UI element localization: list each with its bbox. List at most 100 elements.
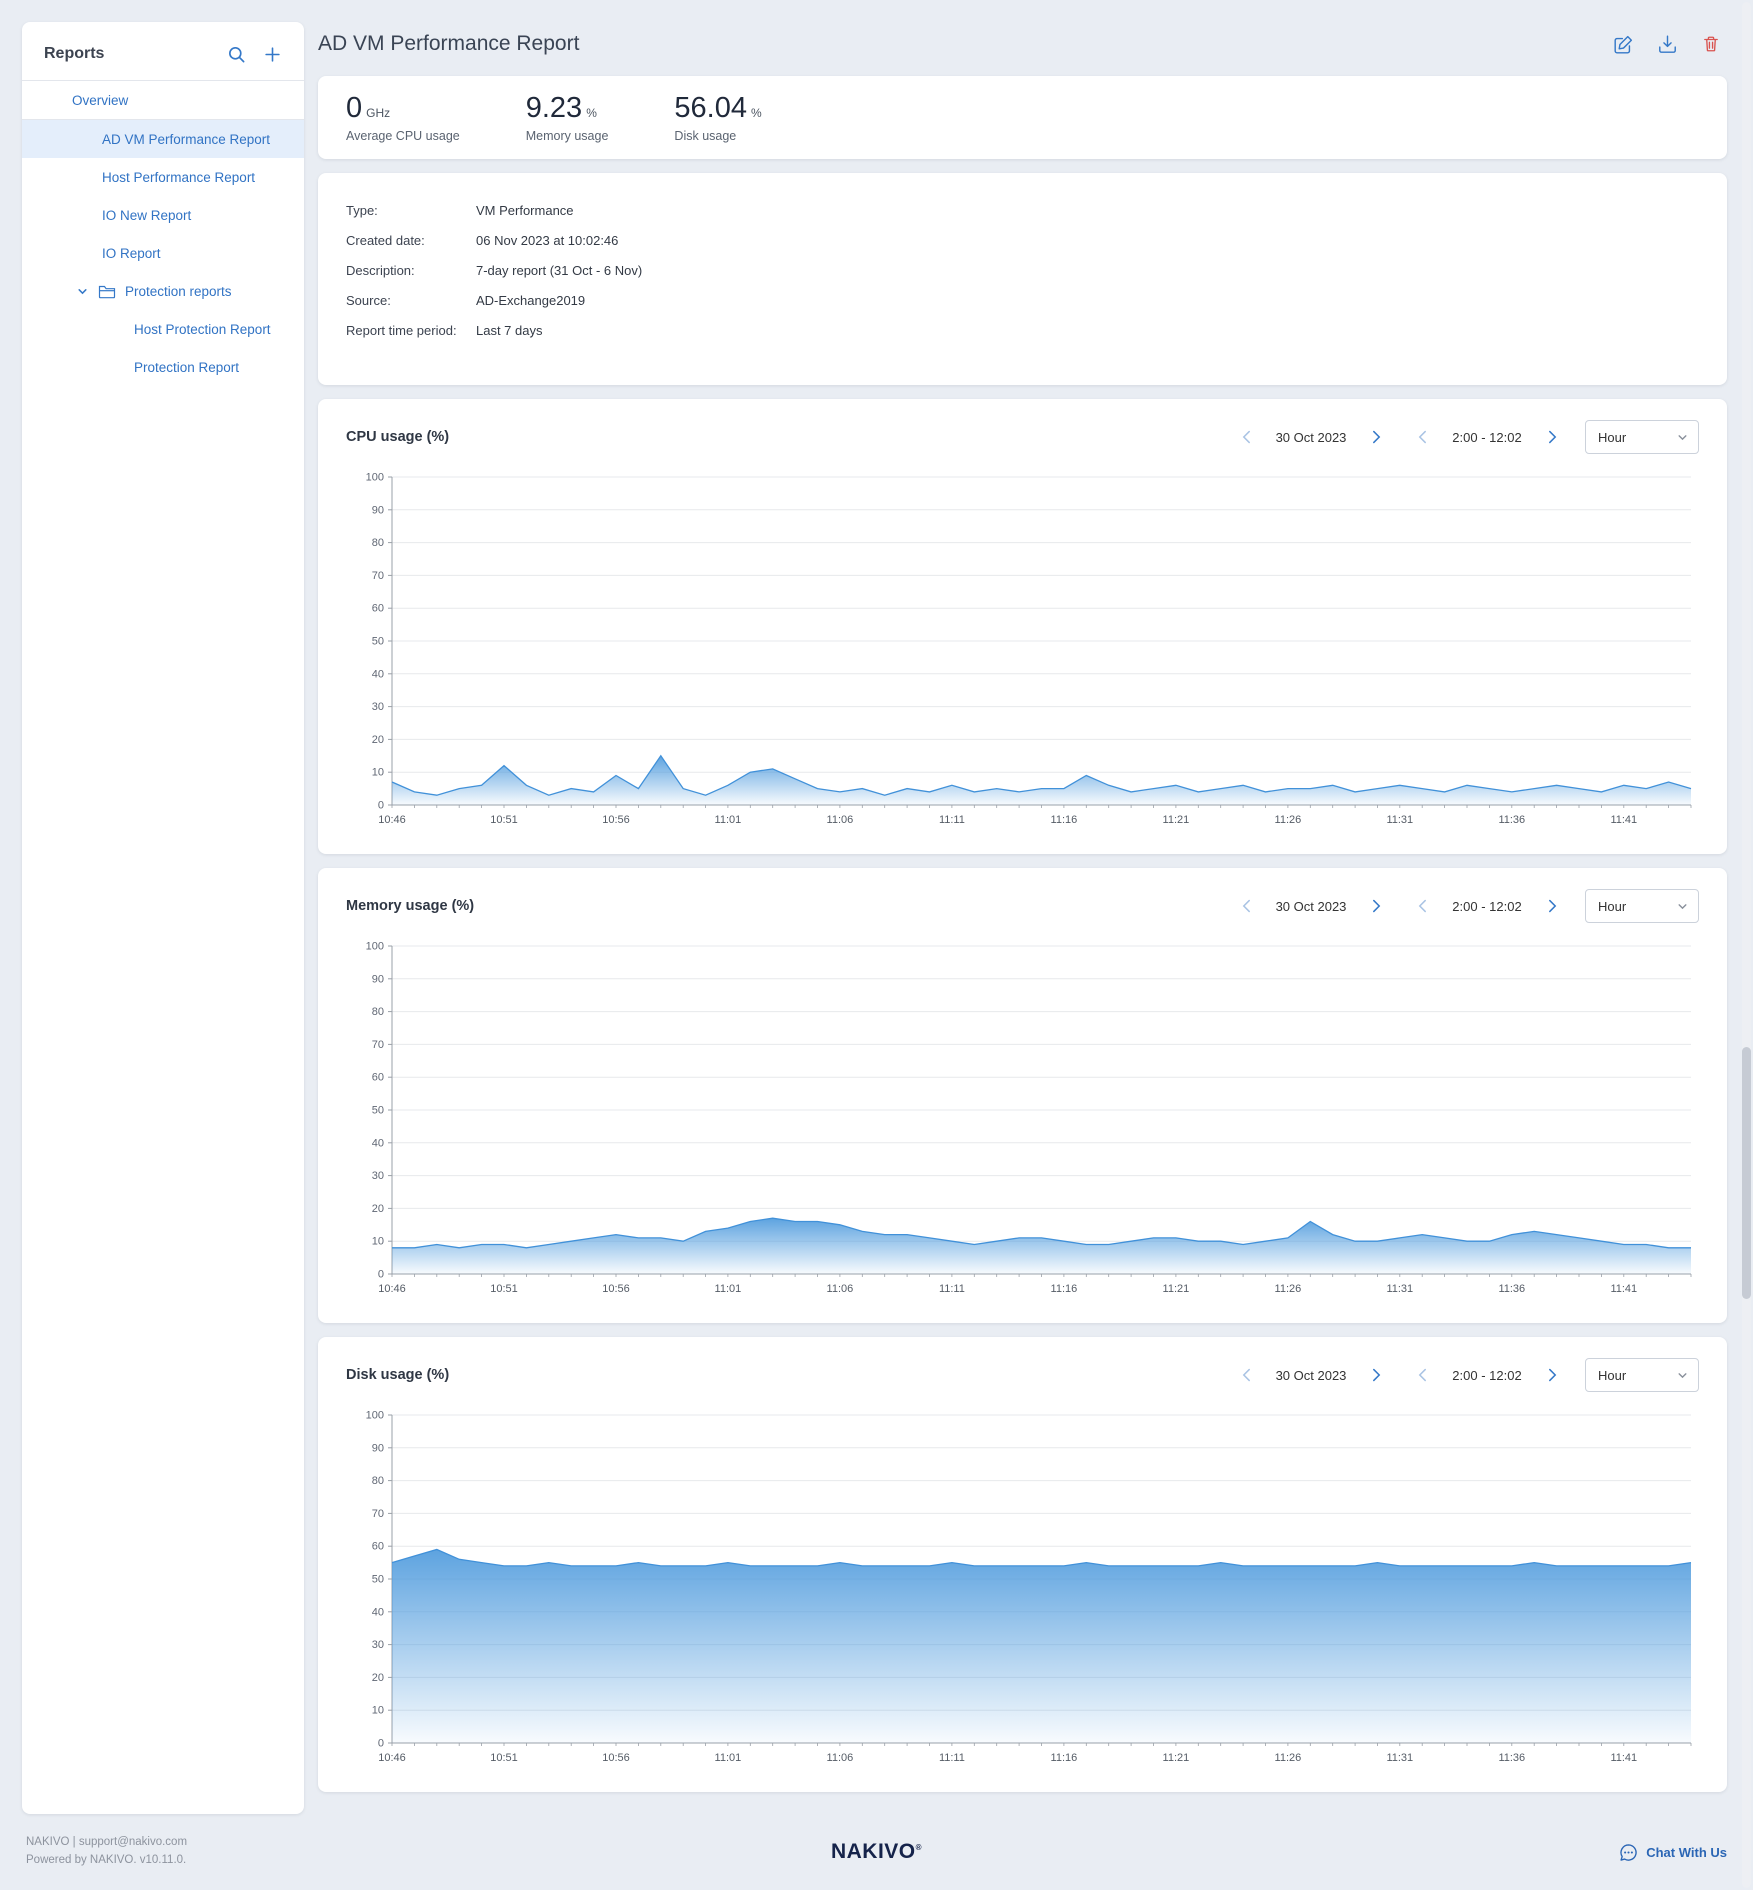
- svg-text:90: 90: [372, 973, 384, 985]
- vertical-scrollbar[interactable]: [1742, 2, 1751, 1888]
- next-time-button[interactable]: [1543, 428, 1561, 446]
- svg-text:11:36: 11:36: [1498, 1283, 1525, 1295]
- prev-time-button[interactable]: [1413, 428, 1431, 446]
- memory-usage-chart-card: Memory usage (%) 30 Oct 2023 2:00 - 12:0…: [318, 868, 1727, 1323]
- footer-support-text: NAKIVO | support@nakivo.com: [26, 1834, 187, 1852]
- svg-text:11:06: 11:06: [827, 1752, 854, 1764]
- chevron-down-icon: [1677, 901, 1688, 912]
- chart-time-range: 2:00 - 12:02: [1431, 430, 1543, 445]
- svg-text:11:26: 11:26: [1275, 814, 1302, 826]
- svg-text:11:41: 11:41: [1610, 814, 1637, 826]
- stat-value: 9.23: [526, 92, 582, 125]
- svg-text:90: 90: [372, 504, 384, 516]
- prev-time-button[interactable]: [1413, 1366, 1431, 1384]
- stat-value: 0: [346, 92, 362, 125]
- sidebar-item-protection-reports-folder[interactable]: Protection reports: [22, 272, 304, 310]
- cpu-usage-chart-card: CPU usage (%) 30 Oct 2023 2:00 - 12:02 H…: [318, 399, 1727, 854]
- interval-select-value: Hour: [1598, 430, 1626, 445]
- svg-text:60: 60: [372, 1541, 384, 1553]
- svg-text:30: 30: [372, 701, 384, 713]
- interval-select[interactable]: Hour: [1585, 889, 1699, 923]
- sidebar-item-protection-report[interactable]: Protection Report: [22, 348, 304, 386]
- svg-text:10:56: 10:56: [602, 814, 630, 826]
- next-date-button[interactable]: [1367, 897, 1385, 915]
- prev-time-button[interactable]: [1413, 897, 1431, 915]
- svg-text:11:21: 11:21: [1163, 1283, 1190, 1295]
- sidebar-item-label: IO New Report: [102, 208, 191, 223]
- scrollbar-thumb[interactable]: [1742, 1047, 1751, 1299]
- stat-label: Memory usage: [526, 129, 609, 143]
- export-report-icon[interactable]: [1657, 34, 1677, 54]
- detail-value: AD-Exchange2019: [476, 293, 585, 308]
- add-report-icon[interactable]: [262, 44, 282, 64]
- svg-text:70: 70: [372, 1039, 384, 1051]
- svg-text:80: 80: [372, 537, 384, 549]
- detail-label: Description:: [346, 263, 476, 278]
- chart-controls: 30 Oct 2023 2:00 - 12:02 Hour: [1237, 889, 1699, 923]
- sidebar-item-label: Protection reports: [125, 284, 232, 299]
- sidebar-item-overview[interactable]: Overview: [22, 81, 304, 119]
- next-time-button[interactable]: [1543, 1366, 1561, 1384]
- folder-icon: [97, 283, 116, 299]
- detail-label: Type:: [346, 203, 476, 218]
- reports-sidebar: Reports Overview AD VM Performance Repor…: [22, 22, 304, 1814]
- prev-date-button[interactable]: [1237, 897, 1255, 915]
- interval-select[interactable]: Hour: [1585, 420, 1699, 454]
- stat-label: Disk usage: [674, 129, 761, 143]
- svg-text:11:41: 11:41: [1610, 1283, 1637, 1295]
- sidebar-title: Reports: [44, 45, 104, 63]
- next-time-button[interactable]: [1543, 897, 1561, 915]
- sidebar-item-host-protection-report[interactable]: Host Protection Report: [22, 310, 304, 348]
- edit-report-icon[interactable]: [1613, 34, 1633, 54]
- cpu-usage-chart-plot: 010203040506070809010010:4610:5110:5611:…: [346, 463, 1699, 846]
- svg-text:11:21: 11:21: [1163, 814, 1190, 826]
- detail-value: 7-day report (31 Oct - 6 Nov): [476, 263, 642, 278]
- stat-unit: GHz: [366, 106, 390, 120]
- svg-text:30: 30: [372, 1639, 384, 1651]
- next-date-button[interactable]: [1367, 428, 1385, 446]
- sidebar-item-ad-vm-performance-report[interactable]: AD VM Performance Report: [22, 120, 304, 158]
- svg-text:60: 60: [372, 1072, 384, 1084]
- svg-text:10:51: 10:51: [490, 814, 518, 826]
- memory-usage-chart-plot: 010203040506070809010010:4610:5110:5611:…: [346, 932, 1699, 1315]
- detail-value: Last 7 days: [476, 323, 543, 338]
- svg-text:11:11: 11:11: [939, 1752, 965, 1764]
- sidebar-item-io-report[interactable]: IO Report: [22, 234, 304, 272]
- chat-with-us-button[interactable]: Chat With Us: [1619, 1843, 1727, 1862]
- svg-text:40: 40: [372, 1137, 384, 1149]
- stat-unit: %: [751, 106, 762, 120]
- svg-text:11:01: 11:01: [715, 1283, 742, 1295]
- search-icon[interactable]: [226, 44, 246, 64]
- chart-title-disk: Disk usage (%): [346, 1367, 449, 1383]
- svg-text:30: 30: [372, 1170, 384, 1182]
- svg-text:20: 20: [372, 1203, 384, 1215]
- interval-select-value: Hour: [1598, 1368, 1626, 1383]
- svg-text:11:41: 11:41: [1610, 1752, 1637, 1764]
- prev-date-button[interactable]: [1237, 428, 1255, 446]
- sidebar-item-io-new-report[interactable]: IO New Report: [22, 196, 304, 234]
- svg-text:11:36: 11:36: [1498, 814, 1525, 826]
- chat-icon: [1619, 1843, 1638, 1862]
- detail-label: Report time period:: [346, 323, 476, 338]
- svg-text:10:46: 10:46: [378, 1283, 406, 1295]
- delete-report-icon[interactable]: [1701, 34, 1721, 54]
- chart-date: 30 Oct 2023: [1255, 1368, 1367, 1383]
- summary-stats-card: 0 GHz Average CPU usage 9.23 % Memory us…: [318, 76, 1727, 159]
- svg-text:0: 0: [378, 1738, 384, 1750]
- chart-title-cpu: CPU usage (%): [346, 429, 449, 445]
- svg-text:10: 10: [372, 767, 384, 779]
- sidebar-item-host-performance-report[interactable]: Host Performance Report: [22, 158, 304, 196]
- svg-text:50: 50: [372, 1574, 384, 1586]
- svg-text:11:01: 11:01: [715, 1752, 742, 1764]
- svg-text:11:31: 11:31: [1386, 814, 1413, 826]
- svg-text:10:56: 10:56: [602, 1283, 630, 1295]
- svg-text:80: 80: [372, 1475, 384, 1487]
- svg-text:11:06: 11:06: [827, 814, 854, 826]
- next-date-button[interactable]: [1367, 1366, 1385, 1384]
- svg-text:10:51: 10:51: [490, 1752, 518, 1764]
- prev-date-button[interactable]: [1237, 1366, 1255, 1384]
- sidebar-item-label: Overview: [72, 93, 128, 108]
- stat-avg-cpu: 0 GHz Average CPU usage: [346, 92, 460, 143]
- interval-select[interactable]: Hour: [1585, 1358, 1699, 1392]
- chevron-down-icon[interactable]: [76, 285, 88, 297]
